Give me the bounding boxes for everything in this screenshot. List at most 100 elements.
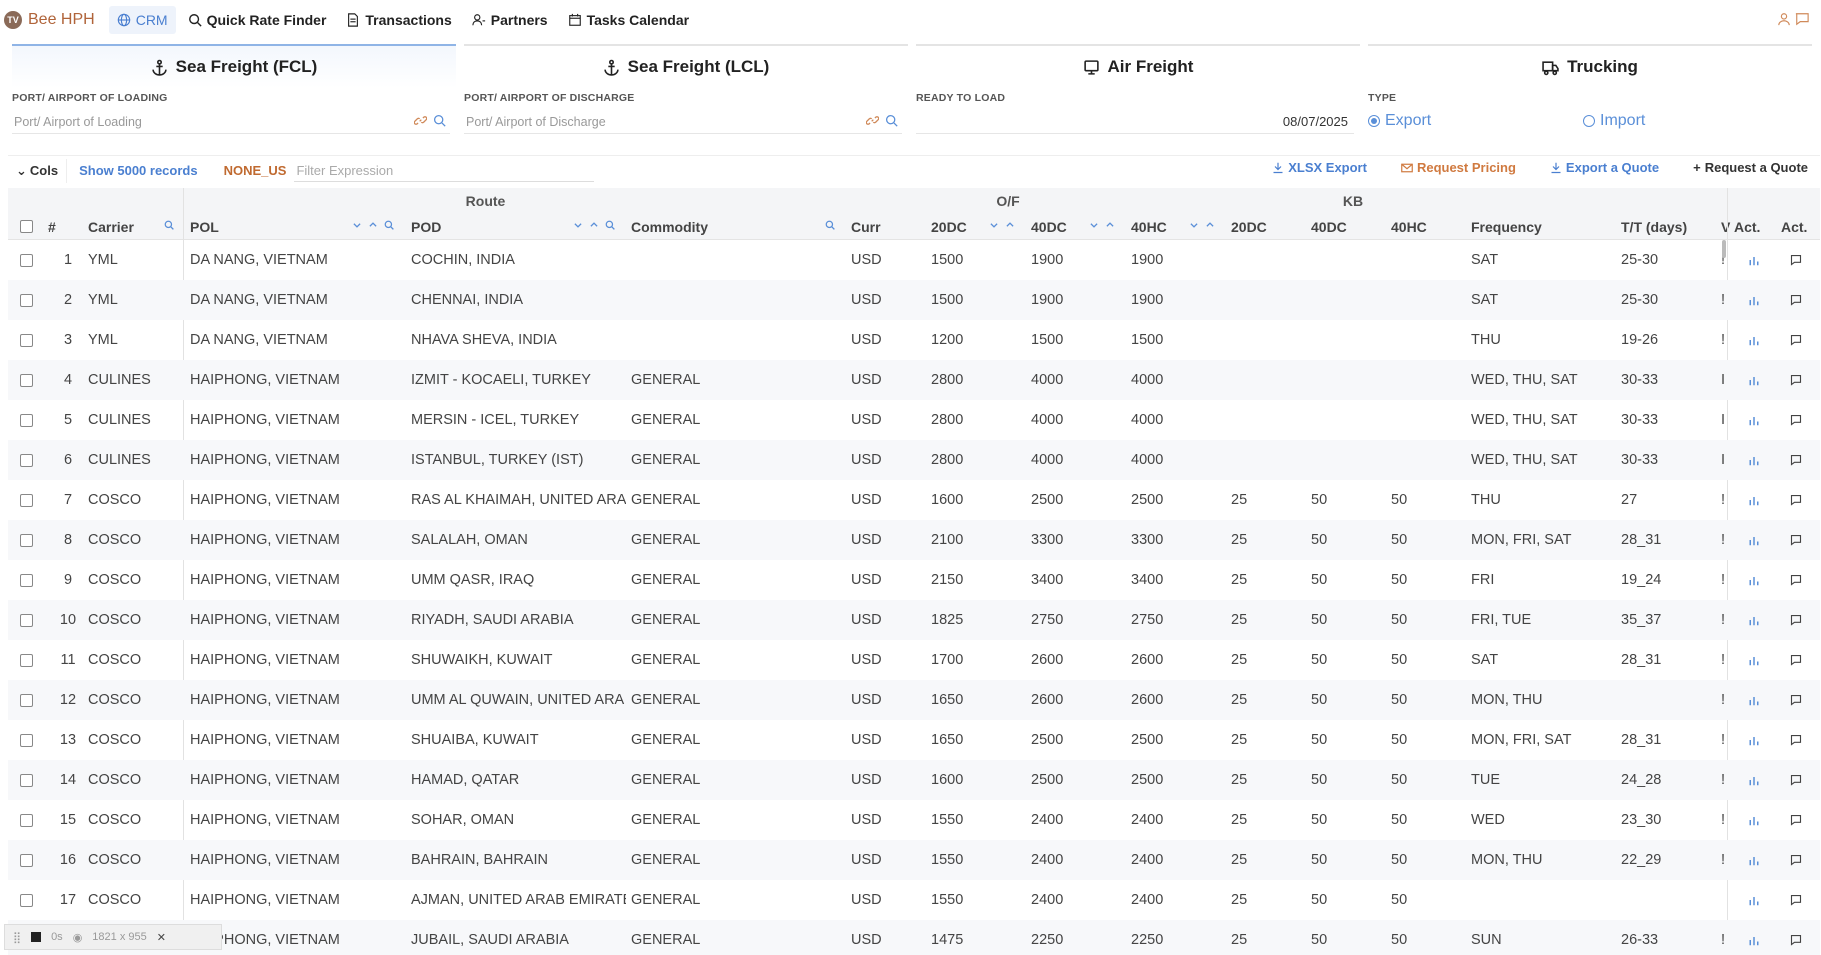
header-pod[interactable]: POD bbox=[411, 214, 621, 240]
close-icon[interactable]: ✕ bbox=[157, 931, 166, 944]
comment-icon[interactable] bbox=[1790, 734, 1802, 750]
sort-up-icon[interactable] bbox=[1205, 220, 1215, 230]
drag-handle-icon[interactable]: ⣿ bbox=[13, 931, 21, 944]
chart-icon[interactable] bbox=[1748, 374, 1760, 390]
row-checkbox[interactable] bbox=[20, 494, 33, 507]
chart-icon[interactable] bbox=[1748, 934, 1760, 950]
row-checkbox[interactable] bbox=[20, 774, 33, 787]
row-checkbox[interactable] bbox=[20, 854, 33, 867]
table-row[interactable]: 6 CULINES HAIPHONG, VIETNAM ISTANBUL, TURKE… bbox=[8, 440, 1820, 480]
tab-sea-fcl[interactable]: Sea Freight (FCL) bbox=[12, 44, 456, 88]
comment-icon[interactable] bbox=[1790, 254, 1802, 270]
nav-tasks-calendar[interactable]: Tasks Calendar bbox=[560, 6, 697, 34]
chart-icon[interactable] bbox=[1748, 454, 1760, 470]
chart-icon[interactable] bbox=[1748, 494, 1760, 510]
sort-down-icon[interactable] bbox=[989, 220, 999, 230]
header-of-40dc[interactable]: 40DC bbox=[1031, 214, 1121, 240]
table-row[interactable]: 16 COSCO HAIPHONG, VIETNAM BAHRAIN, BAHRAIN… bbox=[8, 840, 1820, 880]
search-icon[interactable] bbox=[384, 220, 394, 230]
row-checkbox[interactable] bbox=[20, 254, 33, 267]
table-row[interactable]: 1 YML DA NANG, VIETNAM COCHIN, INDIA USD 1500… bbox=[8, 240, 1820, 280]
comment-icon[interactable] bbox=[1790, 454, 1802, 470]
row-checkbox[interactable] bbox=[20, 534, 33, 547]
ready-date-input[interactable]: 08/07/2025 bbox=[916, 110, 1354, 134]
table-row[interactable]: 14 COSCO HAIPHONG, VIETNAM HAMAD, QATAR GENE… bbox=[8, 760, 1820, 800]
tab-sea-lcl[interactable]: Sea Freight (LCL) bbox=[464, 44, 908, 88]
row-checkbox[interactable] bbox=[20, 374, 33, 387]
request-quote-button[interactable]: + Request a Quote bbox=[1693, 160, 1808, 175]
comment-icon[interactable] bbox=[1790, 894, 1802, 910]
link-icon[interactable] bbox=[414, 114, 427, 127]
tab-trucking[interactable]: Trucking bbox=[1368, 44, 1812, 88]
vertical-scrollbar[interactable] bbox=[1722, 240, 1726, 258]
table-row[interactable]: 17 COSCO HAIPHONG, VIETNAM AJMAN, UNITED AR… bbox=[8, 880, 1820, 920]
header-pol[interactable]: POL bbox=[190, 214, 400, 240]
brand[interactable]: TV Bee HPH bbox=[4, 11, 95, 29]
table-row[interactable]: 4 CULINES HAIPHONG, VIETNAM IZMIT - KOCAELI… bbox=[8, 360, 1820, 400]
tab-air[interactable]: Air Freight bbox=[916, 44, 1360, 88]
table-row[interactable]: 11 COSCO HAIPHONG, VIETNAM SHUWAIKH, KUWAIT… bbox=[8, 640, 1820, 680]
table-row[interactable]: 9 COSCO HAIPHONG, VIETNAM UMM QASR, IRAQ GEN… bbox=[8, 560, 1820, 600]
comment-icon[interactable] bbox=[1790, 934, 1802, 950]
header-of-40hc[interactable]: 40HC bbox=[1131, 214, 1221, 240]
table-row[interactable]: 2 YML DA NANG, VIETNAM CHENNAI, INDIA USD 150… bbox=[8, 280, 1820, 320]
nav-quick-rate-finder[interactable]: Quick Rate Finder bbox=[180, 6, 335, 34]
comment-icon[interactable] bbox=[1790, 614, 1802, 630]
table-row[interactable]: 13 COSCO HAIPHONG, VIETNAM SHUAIBA, KUWAIT G… bbox=[8, 720, 1820, 760]
chart-icon[interactable] bbox=[1748, 694, 1760, 710]
row-checkbox[interactable] bbox=[20, 814, 33, 827]
header-of-20dc[interactable]: 20DC bbox=[931, 214, 1021, 240]
comment-icon[interactable] bbox=[1790, 414, 1802, 430]
link-icon[interactable] bbox=[866, 114, 879, 127]
chart-icon[interactable] bbox=[1748, 414, 1760, 430]
table-row[interactable]: 10 COSCO HAIPHONG, VIETNAM RIYADH, SAUDI AR… bbox=[8, 600, 1820, 640]
stop-icon[interactable] bbox=[31, 932, 42, 942]
row-checkbox[interactable] bbox=[20, 334, 33, 347]
comment-icon[interactable] bbox=[1790, 374, 1802, 390]
comment-icon[interactable] bbox=[1790, 694, 1802, 710]
sort-up-icon[interactable] bbox=[368, 220, 378, 230]
comment-icon[interactable] bbox=[1790, 654, 1802, 670]
search-icon[interactable] bbox=[433, 114, 446, 127]
table-row[interactable]: 3 YML DA NANG, VIETNAM NHAVA SHEVA, INDIA US… bbox=[8, 320, 1820, 360]
chart-icon[interactable] bbox=[1748, 254, 1760, 270]
search-icon[interactable] bbox=[605, 220, 615, 230]
nav-crm[interactable]: CRM bbox=[108, 6, 176, 34]
table-row[interactable]: 12 COSCO HAIPHONG, VIETNAM UMM AL QUWAIN, U… bbox=[8, 680, 1820, 720]
type-import-radio[interactable]: Import bbox=[1583, 112, 1798, 130]
camera-icon[interactable]: ◉ bbox=[73, 931, 83, 944]
export-quote-button[interactable]: Export a Quote bbox=[1550, 160, 1659, 175]
sort-down-icon[interactable] bbox=[352, 220, 362, 230]
sort-up-icon[interactable] bbox=[1005, 220, 1015, 230]
row-checkbox[interactable] bbox=[20, 414, 33, 427]
row-checkbox[interactable] bbox=[20, 614, 33, 627]
row-checkbox[interactable] bbox=[20, 654, 33, 667]
comment-icon[interactable] bbox=[1790, 574, 1802, 590]
comment-icon[interactable] bbox=[1790, 334, 1802, 350]
table-row[interactable]: 5 CULINES HAIPHONG, VIETNAM MERSIN - ICEL, … bbox=[8, 400, 1820, 440]
chart-icon[interactable] bbox=[1748, 574, 1760, 590]
row-checkbox[interactable] bbox=[20, 454, 33, 467]
sort-up-icon[interactable] bbox=[589, 220, 599, 230]
nav-partners[interactable]: Partners bbox=[464, 6, 556, 34]
discharge-input[interactable]: Port/ Airport of Discharge bbox=[464, 110, 902, 134]
sort-up-icon[interactable] bbox=[1105, 220, 1115, 230]
search-icon[interactable] bbox=[825, 220, 835, 230]
loading-input[interactable]: Port/ Airport of Loading bbox=[12, 110, 450, 134]
chart-icon[interactable] bbox=[1748, 734, 1760, 750]
sort-down-icon[interactable] bbox=[573, 220, 583, 230]
comment-icon[interactable] bbox=[1790, 774, 1802, 790]
filter-expression-input[interactable]: Filter Expression bbox=[294, 160, 595, 182]
header-carrier[interactable]: Carrier bbox=[88, 214, 180, 240]
nav-transactions[interactable]: Transactions bbox=[338, 6, 459, 34]
row-checkbox[interactable] bbox=[20, 694, 33, 707]
table-row[interactable]: 7 COSCO HAIPHONG, VIETNAM RAS AL KHAIMAH, U… bbox=[8, 480, 1820, 520]
account-icon[interactable] bbox=[1777, 12, 1791, 26]
comment-icon[interactable] bbox=[1790, 814, 1802, 830]
xlsx-export-button[interactable]: XLSX Export bbox=[1272, 160, 1367, 175]
chart-icon[interactable] bbox=[1748, 814, 1760, 830]
row-checkbox[interactable] bbox=[20, 894, 33, 907]
chart-icon[interactable] bbox=[1748, 294, 1760, 310]
chart-icon[interactable] bbox=[1748, 774, 1760, 790]
table-row[interactable]: 8 COSCO HAIPHONG, VIETNAM SALALAH, OMAN GENE… bbox=[8, 520, 1820, 560]
